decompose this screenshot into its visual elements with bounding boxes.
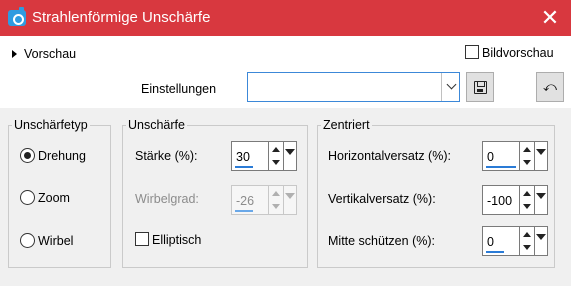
- settings-label: Einstellungen: [141, 82, 217, 96]
- wirbelgrad-input: -26: [231, 185, 269, 215]
- spin-arrows: [269, 185, 284, 215]
- radio-label: Zoom: [38, 191, 70, 205]
- unschaerfe-legend: Unschärfe: [128, 118, 185, 132]
- chevron-down-icon[interactable]: [446, 79, 457, 90]
- preview-label: Vorschau: [24, 47, 77, 61]
- arrow-up-icon[interactable]: [523, 232, 531, 237]
- elliptisch-label: Elliptisch: [152, 233, 202, 247]
- radio-label: Drehung: [38, 149, 86, 163]
- vertikalversatz-input[interactable]: -100: [482, 185, 520, 215]
- combo-separator: [441, 73, 442, 101]
- spin-dropdown[interactable]: [535, 185, 548, 215]
- bildvorschau-label: Bildvorschau: [482, 46, 554, 60]
- arrow-down-icon[interactable]: [272, 160, 280, 165]
- wirbelgrad-label: Wirbelgrad:: [135, 192, 199, 206]
- elliptisch-checkbox[interactable]: Elliptisch: [135, 232, 201, 247]
- vertikalversatz-value: -100: [487, 194, 513, 208]
- preview-toggle[interactable]: Vorschau: [12, 47, 76, 61]
- triangle-down-icon: [536, 149, 546, 155]
- radio-wirbel[interactable]: Wirbel: [20, 233, 73, 248]
- mitte-schuetzen-label: Mitte schützen (%):: [328, 234, 435, 248]
- arrow-up-icon[interactable]: [272, 147, 280, 152]
- triangle-down-icon: [536, 193, 546, 199]
- bildvorschau-checkbox[interactable]: Bildvorschau: [465, 45, 554, 60]
- mitte-schuetzen-spinner[interactable]: 0: [482, 226, 548, 256]
- mitte-schuetzen-input[interactable]: 0: [482, 226, 520, 256]
- checkbox-box[interactable]: [135, 232, 149, 246]
- floppy-disk-icon: [474, 81, 487, 94]
- wirbelgrad-spinner: -26: [231, 185, 297, 215]
- horizontalversatz-spinner[interactable]: 0: [482, 141, 548, 171]
- reset-settings-button[interactable]: ⤺: [536, 72, 564, 102]
- radio-label: Wirbel: [38, 234, 74, 248]
- arrow-up-icon[interactable]: [523, 147, 531, 152]
- staerke-value: 30: [236, 150, 250, 164]
- close-button[interactable]: ✕: [535, 4, 565, 32]
- value-bar: [235, 210, 253, 212]
- arrow-down-icon: [272, 204, 280, 209]
- horizontalversatz-label: Horizontalversatz (%):: [328, 149, 451, 163]
- radio-button[interactable]: [20, 190, 35, 205]
- arrow-down-icon[interactable]: [523, 245, 531, 250]
- arrow-down-icon[interactable]: [523, 160, 531, 165]
- radio-button[interactable]: [20, 148, 35, 163]
- radio-drehung[interactable]: Drehung: [20, 148, 86, 163]
- triangle-down-icon: [285, 193, 295, 199]
- staerke-spinner[interactable]: 30: [231, 141, 297, 171]
- triangle-down-icon: [285, 149, 295, 155]
- staerke-label: Stärke (%):: [135, 149, 198, 163]
- spin-dropdown: [284, 185, 297, 215]
- arrow-up-icon: [272, 191, 280, 196]
- spin-arrows: [269, 141, 284, 171]
- value-bar: [235, 166, 253, 168]
- wirbelgrad-value: -26: [236, 194, 255, 208]
- radio-button[interactable]: [20, 233, 35, 248]
- spin-dropdown[interactable]: [284, 141, 297, 171]
- reset-icon: ⤺: [543, 79, 557, 94]
- spin-dropdown[interactable]: [535, 141, 548, 171]
- vertikalversatz-spinner[interactable]: -100: [482, 185, 548, 215]
- arrow-up-icon[interactable]: [523, 191, 531, 196]
- spin-dropdown[interactable]: [535, 226, 548, 256]
- spin-arrows: [520, 226, 535, 256]
- title-bar: Strahlenförmige Unschärfe ✕: [0, 0, 571, 36]
- zentriert-legend: Zentriert: [323, 118, 370, 132]
- mitte-schuetzen-value: 0: [487, 235, 494, 249]
- vertikalversatz-label: Vertikalversatz (%):: [328, 192, 436, 206]
- save-settings-button[interactable]: [466, 72, 494, 102]
- horizontalversatz-input[interactable]: 0: [482, 141, 520, 171]
- camera-icon: [8, 7, 26, 26]
- checkbox-box[interactable]: [465, 45, 479, 59]
- value-bar: [486, 251, 504, 253]
- spin-arrows: [520, 185, 535, 215]
- unschaerfetyp-legend: Unschärfetyp: [14, 118, 88, 132]
- triangle-down-icon: [536, 234, 546, 240]
- settings-dropdown[interactable]: [247, 72, 460, 102]
- value-bar: [486, 166, 516, 168]
- expand-triangle-icon: [12, 50, 17, 58]
- spin-arrows: [520, 141, 535, 171]
- window-title: Strahlenförmige Unschärfe: [32, 9, 211, 26]
- arrow-down-icon[interactable]: [523, 204, 531, 209]
- horizontalversatz-value: 0: [487, 150, 494, 164]
- radio-zoom[interactable]: Zoom: [20, 190, 70, 205]
- staerke-input[interactable]: 30: [231, 141, 269, 171]
